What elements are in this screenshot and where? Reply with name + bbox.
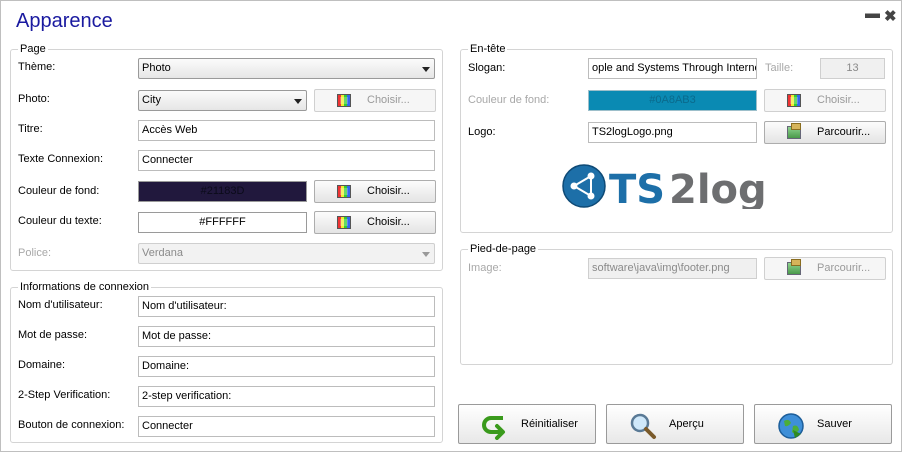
login-button-input[interactable]: Connecter — [138, 416, 435, 437]
title-label: Titre: — [18, 123, 43, 135]
window-title: Apparence — [16, 10, 113, 32]
footer-image-input[interactable]: software\java\img\footer.png — [588, 258, 757, 279]
font-label: Police: — [18, 247, 52, 259]
bg-color-swatch[interactable]: #21183D — [138, 181, 307, 202]
username-label: Nom d'utilisateur: — [18, 299, 103, 311]
chevron-down-icon — [422, 252, 430, 257]
size-input[interactable]: 13 — [820, 58, 885, 79]
password-label: Mot de passe: — [18, 329, 88, 341]
theme-label: Thème: — [18, 61, 56, 73]
theme-value: Photo — [142, 62, 171, 74]
login-button-label: Bouton de connexion: — [18, 419, 125, 431]
palette-icon — [337, 94, 351, 107]
text-color-label: Couleur du texte: — [18, 215, 102, 227]
slogan-label: Slogan: — [468, 62, 506, 74]
text-color-swatch[interactable]: #FFFFFF — [138, 212, 307, 233]
twostep-label: 2-Step Verification: — [18, 389, 111, 401]
logo-browse-button[interactable]: Parcourir... — [764, 121, 886, 144]
close-icon[interactable]: ✖ — [884, 7, 897, 25]
folder-icon — [787, 259, 801, 275]
photo-label: Photo: — [18, 93, 50, 105]
save-button[interactable]: Sauver — [754, 404, 892, 444]
header-group-title: En-tête — [468, 42, 508, 56]
twostep-input[interactable]: 2-step verification: — [138, 386, 435, 407]
palette-icon — [787, 94, 801, 107]
font-select[interactable]: Verdana — [138, 243, 435, 264]
folder-icon — [787, 123, 801, 139]
globe-icon — [778, 413, 804, 439]
header-bg-color-choose-button[interactable]: Choisir... — [764, 89, 886, 112]
domain-label: Domaine: — [18, 359, 66, 371]
magnifier-icon — [630, 413, 656, 439]
palette-icon — [337, 216, 351, 229]
theme-select[interactable]: Photo — [138, 58, 435, 79]
photo-value: City — [142, 94, 161, 106]
password-input[interactable]: Mot de passe: — [138, 326, 435, 347]
ts2log-logo: TS 2log — [562, 164, 767, 209]
page-group-title: Page — [18, 42, 48, 56]
logo-text-2log: 2log — [669, 167, 767, 209]
chevron-down-icon — [422, 67, 430, 72]
footer-browse-button[interactable]: Parcourir... — [764, 257, 886, 280]
footer-group-title: Pied-de-page — [468, 242, 539, 256]
appearance-window: Apparence ▬ ✖ Page Thème: Photo Photo: C… — [0, 0, 902, 452]
preview-button[interactable]: Aperçu — [606, 404, 744, 444]
photo-select[interactable]: City — [138, 90, 307, 111]
footer-image-label: Image: — [468, 262, 502, 274]
title-input[interactable]: Accès Web — [138, 120, 435, 141]
logo-input[interactable]: TS2logLogo.png — [588, 122, 757, 143]
palette-icon — [337, 185, 351, 198]
undo-arrow-icon — [482, 416, 505, 440]
logo-text-ts: TS — [609, 167, 665, 209]
bg-color-label: Couleur de fond: — [18, 185, 100, 197]
login-text-input[interactable]: Connecter — [138, 150, 435, 171]
size-label: Taille: — [765, 62, 794, 74]
font-value: Verdana — [142, 247, 183, 259]
minimize-icon[interactable]: ▬ — [865, 5, 880, 22]
logo-label: Logo: — [468, 126, 496, 138]
header-bg-color-label: Couleur de fond: — [468, 94, 550, 106]
login-text-label: Texte Connexion: — [18, 153, 103, 165]
chevron-down-icon — [294, 99, 302, 104]
domain-input[interactable]: Domaine: — [138, 356, 435, 377]
reset-button[interactable]: Réinitialiser — [458, 404, 596, 444]
text-color-choose-button[interactable]: Choisir... — [314, 211, 436, 234]
header-bg-color-swatch[interactable]: #0A8AB3 — [588, 90, 757, 111]
bg-color-choose-button[interactable]: Choisir... — [314, 180, 436, 203]
slogan-input[interactable]: ople and Systems Through Internet — [588, 58, 757, 79]
photo-choose-button[interactable]: Choisir... — [314, 89, 436, 112]
username-input[interactable]: Nom d'utilisateur: — [138, 296, 435, 317]
connection-group-title: Informations de connexion — [18, 280, 152, 294]
